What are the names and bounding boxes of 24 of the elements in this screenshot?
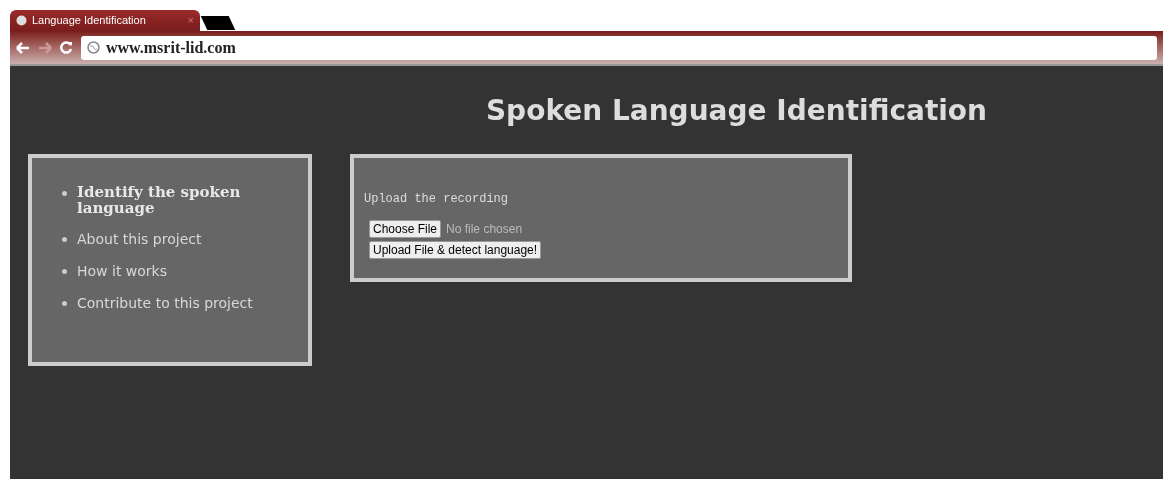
bullet-icon (62, 301, 67, 306)
reload-icon[interactable] (60, 41, 73, 54)
url-text: www.msrit-lid.com (106, 37, 236, 58)
globe-icon (87, 41, 100, 54)
nav-link[interactable]: Contribute to this project (77, 294, 253, 312)
bullet-icon (62, 237, 67, 242)
tab-title: Language Identification (32, 13, 147, 29)
file-status-text: No file chosen (446, 221, 523, 238)
upload-label: Upload the recording (364, 191, 510, 208)
bullet-icon (62, 269, 67, 274)
address-bar[interactable]: www.msrit-lid.com (81, 35, 1157, 60)
nav-link[interactable]: How it works (77, 262, 167, 280)
nav-link[interactable]: Identify the spoken language (77, 184, 298, 216)
browser-tab[interactable]: Language Identification × (10, 10, 200, 31)
bullet-icon (62, 191, 67, 196)
globe-icon (16, 15, 27, 26)
back-icon[interactable] (16, 41, 30, 54)
nav-link[interactable]: About this project (77, 230, 202, 248)
choose-file-button[interactable]: Choose File (369, 220, 442, 238)
upload-button[interactable]: Upload File & detect language! (369, 241, 542, 259)
new-tab-button[interactable] (200, 16, 236, 30)
forward-icon[interactable] (38, 41, 52, 54)
page-title: Spoken Language Identification (485, 93, 988, 129)
close-icon[interactable]: × (187, 12, 194, 29)
